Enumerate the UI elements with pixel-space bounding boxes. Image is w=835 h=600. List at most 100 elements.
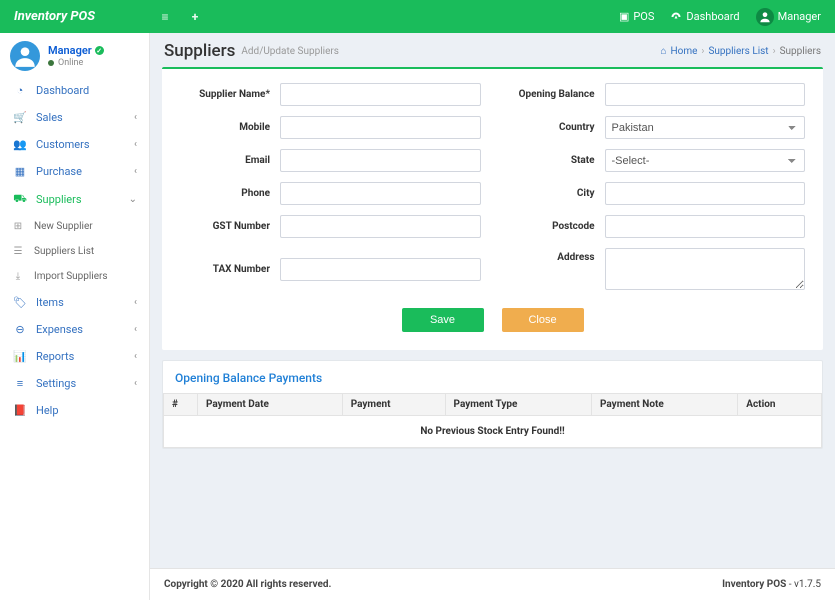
sliders-icon: ≡: [12, 377, 28, 390]
nav-suppliers[interactable]: ⛟Suppliers⌄: [0, 185, 149, 214]
gst-input[interactable]: [280, 215, 481, 238]
add-icon[interactable]: +: [180, 10, 210, 24]
label-email: Email: [180, 155, 280, 166]
country-select[interactable]: Pakistan: [605, 116, 806, 139]
chevron-left-icon: ‹: [134, 166, 137, 177]
label-address: Address: [505, 248, 605, 263]
col-num: #: [164, 394, 198, 416]
nav-suppliers-list[interactable]: ☰Suppliers List: [0, 239, 149, 264]
cart-icon: 🛒: [12, 111, 28, 124]
phone-input[interactable]: [280, 182, 481, 205]
tax-input[interactable]: [280, 258, 481, 281]
content: Suppliers Add/Update Suppliers ⌂ Home › …: [150, 33, 835, 600]
sep-icon: ›: [701, 46, 704, 57]
chevron-left-icon: ‹: [134, 378, 137, 389]
home-icon: ⌂: [660, 46, 666, 57]
col-payment: Payment: [342, 394, 445, 416]
nav-settings[interactable]: ≡Settings‹: [0, 370, 149, 397]
user-name: Manager✓: [48, 44, 104, 57]
online-dot-icon: [48, 60, 54, 66]
supplier-name-input[interactable]: [280, 83, 481, 106]
dashboard-link[interactable]: Dashboard: [670, 10, 739, 23]
supplier-form-panel: Supplier Name* Opening Balance Mobile Co…: [162, 67, 823, 350]
label-gst: GST Number: [180, 221, 280, 232]
nav-sales[interactable]: 🛒Sales‹: [0, 104, 149, 131]
label-country: Country: [505, 122, 605, 133]
footer-version: Inventory POS - v1.7.5: [722, 579, 821, 590]
state-select[interactable]: -Select-: [605, 149, 806, 172]
sidebar: Manager✓ Online ◔Dashboard 🛒Sales‹ 👥Cust…: [0, 33, 150, 600]
nav-purchase[interactable]: ▦Purchase‹: [0, 158, 149, 185]
save-button[interactable]: Save: [402, 308, 484, 332]
nav-help[interactable]: 📕Help: [0, 397, 149, 424]
page-subtitle: Add/Update Suppliers: [241, 46, 339, 57]
avatar: [10, 41, 40, 71]
label-phone: Phone: [180, 188, 280, 199]
chart-icon: 📊: [12, 350, 28, 363]
gauge-icon: [670, 11, 682, 23]
nav-import-suppliers[interactable]: ⤓Import Suppliers: [0, 264, 149, 289]
nav-customers[interactable]: 👥Customers‹: [0, 131, 149, 158]
chevron-left-icon: ‹: [134, 351, 137, 362]
crumb-home[interactable]: Home: [671, 46, 698, 57]
nav-reports[interactable]: 📊Reports‹: [0, 343, 149, 370]
chevron-down-icon: ⌄: [129, 194, 137, 205]
tag-icon: 🏷: [12, 296, 28, 309]
dashboard-label: Dashboard: [686, 10, 739, 23]
postcode-input[interactable]: [605, 215, 806, 238]
label-postcode: Postcode: [505, 221, 605, 232]
nav-expenses[interactable]: ⊖Expenses‹: [0, 316, 149, 343]
col-action: Action: [738, 394, 822, 416]
sep-icon: ›: [773, 46, 776, 57]
nav-dashboard[interactable]: ◔Dashboard: [0, 77, 149, 104]
label-mobile: Mobile: [180, 122, 280, 133]
user-name-label: Manager: [778, 10, 821, 23]
users-icon: 👥: [12, 138, 28, 151]
grid-icon: ▦: [12, 165, 28, 178]
col-type: Payment Type: [445, 394, 591, 416]
avatar-icon: [756, 8, 774, 26]
label-opening-balance: Opening Balance: [505, 89, 605, 100]
label-state: State: [505, 155, 605, 166]
nav-new-supplier[interactable]: ⊞New Supplier: [0, 214, 149, 239]
close-button[interactable]: Close: [502, 308, 584, 332]
address-textarea[interactable]: [605, 248, 806, 290]
pos-link[interactable]: ▣ POS: [619, 10, 654, 23]
user-block: Manager✓ Online: [0, 33, 149, 77]
list-icon: ☰: [10, 246, 26, 257]
city-input[interactable]: [605, 182, 806, 205]
footer-copyright: Copyright © 2020 All rights reserved.: [164, 579, 331, 590]
mobile-input[interactable]: [280, 116, 481, 139]
truck-icon: ⛟: [12, 192, 28, 207]
col-note: Payment Note: [592, 394, 738, 416]
sidebar-toggle-icon[interactable]: ≡: [150, 10, 180, 24]
plus-box-icon: ⊞: [10, 221, 26, 232]
minus-circle-icon: ⊖: [12, 323, 28, 336]
col-date: Payment Date: [198, 394, 343, 416]
label-city: City: [505, 188, 605, 199]
chevron-left-icon: ‹: [134, 324, 137, 335]
pos-icon: ▣: [619, 10, 629, 23]
breadcrumb: ⌂ Home › Suppliers List › Suppliers: [660, 46, 821, 57]
payments-empty: No Previous Stock Entry Found!!: [164, 416, 822, 448]
payments-table: # Payment Date Payment Payment Type Paym…: [163, 393, 822, 448]
chevron-left-icon: ‹: [134, 297, 137, 308]
user-status: Online: [48, 58, 104, 68]
upload-icon: ⤓: [10, 271, 26, 282]
nav: ◔Dashboard 🛒Sales‹ 👥Customers‹ ▦Purchase…: [0, 77, 149, 424]
brand-logo: Inventory POS: [0, 9, 150, 24]
user-menu[interactable]: Manager: [756, 8, 821, 26]
nav-items[interactable]: 🏷Items‹: [0, 289, 149, 316]
email-input[interactable]: [280, 149, 481, 172]
label-supplier-name: Supplier Name*: [180, 89, 280, 100]
opening-balance-input[interactable]: [605, 83, 806, 106]
pos-label: POS: [633, 10, 654, 23]
payments-title: Opening Balance Payments: [163, 361, 822, 393]
label-tax: TAX Number: [180, 264, 280, 275]
verified-icon: ✓: [95, 46, 104, 55]
crumb-list[interactable]: Suppliers List: [708, 46, 768, 57]
gauge-icon: ◔: [12, 84, 28, 97]
book-icon: 📕: [12, 404, 28, 417]
footer: Copyright © 2020 All rights reserved. In…: [150, 568, 835, 600]
page-header: Suppliers Add/Update Suppliers ⌂ Home › …: [150, 33, 835, 67]
